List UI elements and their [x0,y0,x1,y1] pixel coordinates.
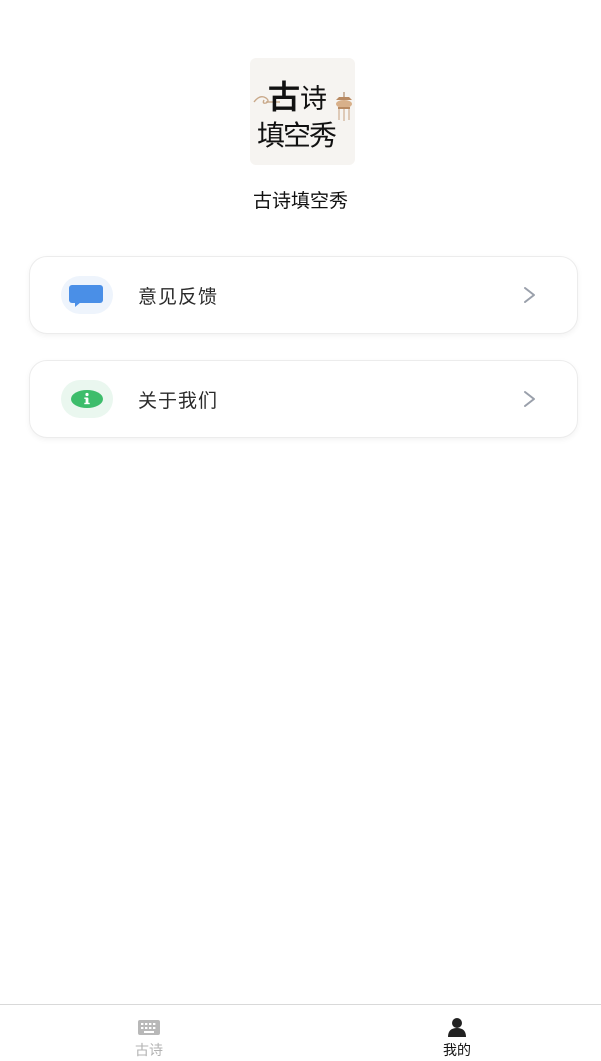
keyboard-icon [138,1020,160,1035]
tab-poems[interactable]: 古诗 [89,1005,209,1061]
logo-char-gu: 古 [268,78,300,116]
feedback-chat-icon [69,285,103,307]
menu-item-label: 意见反馈 [138,286,219,308]
tab-label: 古诗 [135,1043,163,1059]
feedback-icon-bg [61,276,113,314]
chevron-right-icon [524,287,535,303]
lantern-icon [336,92,352,121]
about-icon-bg [61,380,113,418]
app-name: 古诗填空秀 [252,190,348,212]
logo-text-line2: 填空秀 [257,119,337,152]
logo-char-shi: 诗 [300,84,327,115]
chevron-right-icon [524,391,535,407]
user-icon [448,1018,466,1037]
app-logo: 古诗 填空秀 [250,58,355,165]
tab-label: 我的 [443,1043,471,1059]
tab-mine[interactable]: 我的 [397,1005,517,1061]
logo-text-line1: 古诗 [268,72,327,118]
menu-item-feedback[interactable]: 意见反馈 [29,256,578,334]
menu-item-label: 关于我们 [138,390,219,412]
menu-item-about[interactable]: 关于我们 [29,360,578,438]
bottom-tab-bar: 古诗 我的 [0,1004,601,1061]
info-icon [71,390,103,408]
profile-page: 古诗 填空秀 古诗填空秀 意见反馈 关于我们 古诗 我的 [0,0,601,1061]
